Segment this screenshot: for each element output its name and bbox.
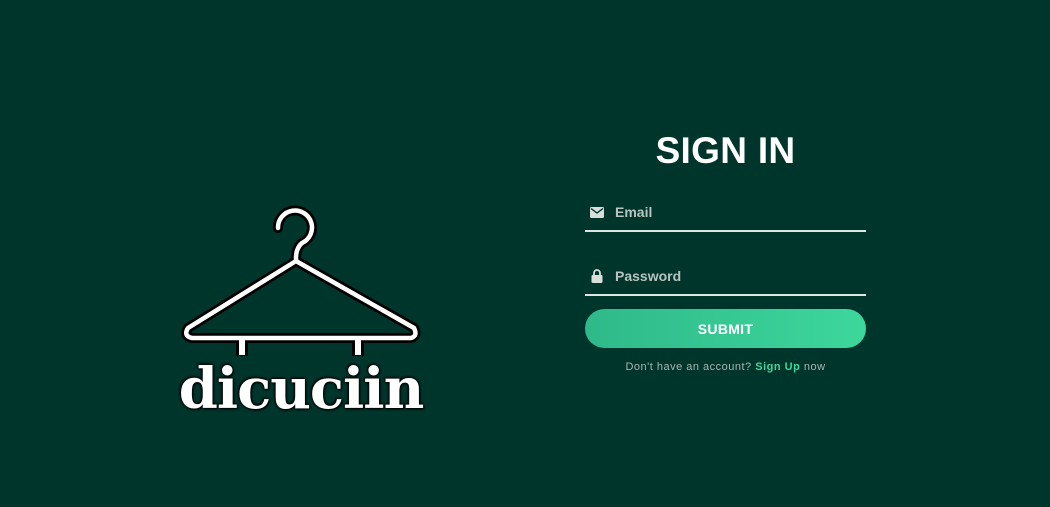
brand-name: dicuciin [178, 356, 425, 422]
page-title: SIGN IN [655, 130, 796, 171]
envelope-icon [588, 206, 606, 218]
submit-button[interactable]: SUBMIT [585, 309, 866, 348]
sign-in-page: dicuciin SIGN IN SUBMIT Don' [0, 0, 1050, 507]
password-field-row [585, 258, 866, 296]
signup-suffix-text: now [803, 361, 826, 373]
email-field-row [585, 194, 866, 232]
signup-prompt: Don't have an account? Sign Up now [585, 361, 866, 373]
email-input[interactable] [615, 204, 866, 220]
sign-in-form: SIGN IN SUBMIT Don't have an account? [585, 128, 866, 373]
lock-icon [588, 269, 606, 283]
password-input[interactable] [615, 268, 866, 284]
sign-up-link[interactable]: Sign Up [755, 361, 800, 373]
signup-prefix-text: Don't have an account? [625, 361, 752, 373]
brand-logo: dicuciin [178, 198, 424, 422]
clothes-hanger-icon [181, 205, 421, 356]
